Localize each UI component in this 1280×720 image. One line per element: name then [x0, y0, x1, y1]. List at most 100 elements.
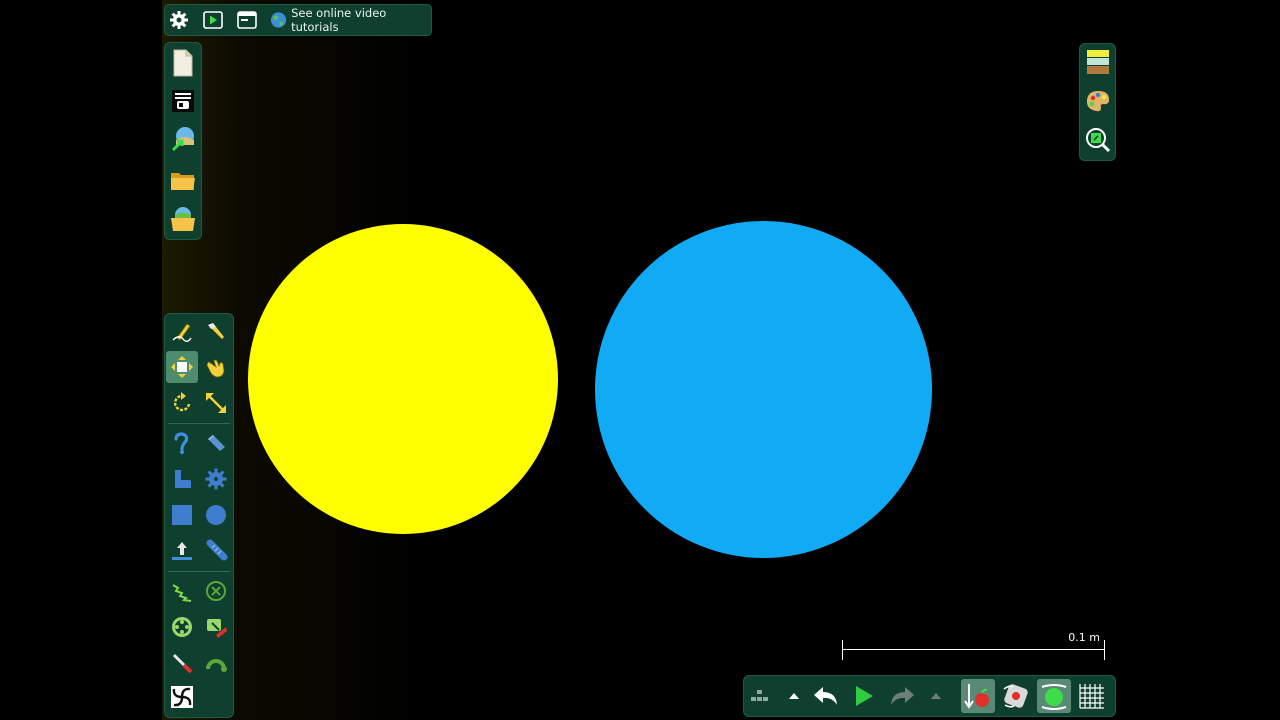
circle-icon	[206, 505, 226, 525]
sketch-icon	[172, 323, 192, 342]
background-button[interactable]	[1081, 45, 1114, 79]
rope-tool-button[interactable]	[166, 427, 198, 459]
grid-icon	[1079, 684, 1104, 709]
window-icon	[237, 11, 257, 29]
letterbox-right	[1117, 0, 1280, 720]
zoom-to-fit-button[interactable]	[1081, 123, 1114, 157]
tutorials-label: See online video tutorials	[291, 6, 387, 34]
rope-icon	[174, 432, 189, 454]
air-friction-icon	[1003, 684, 1028, 708]
gear-icon	[170, 11, 188, 29]
vortex-tool-button[interactable]	[166, 681, 198, 713]
collision-icon	[1041, 684, 1067, 710]
spring-tool-button[interactable]	[166, 575, 198, 607]
chain-tool-button[interactable]	[200, 535, 232, 567]
scale-icon	[206, 393, 226, 413]
laser-tool-button[interactable]	[166, 647, 198, 679]
blue-circle[interactable]	[595, 221, 932, 558]
scene-menu-button[interactable]	[166, 84, 200, 118]
new-scene-button[interactable]	[166, 46, 200, 80]
tools-panel	[164, 313, 234, 718]
globe-icon	[270, 12, 287, 28]
nudge-button[interactable]	[743, 679, 777, 713]
sketch-tool-button[interactable]	[166, 315, 198, 347]
save-scene-icon	[171, 127, 194, 152]
grid-toggle[interactable]	[1075, 679, 1109, 713]
plane-tool-button[interactable]	[200, 427, 232, 459]
play-window-icon	[203, 11, 223, 29]
fixate-tool-button[interactable]	[200, 575, 232, 607]
play-icon	[856, 686, 873, 706]
gravity-icon	[964, 684, 989, 709]
axle-icon	[172, 617, 192, 637]
new-document-icon	[173, 49, 193, 77]
play-button[interactable]	[847, 679, 881, 713]
gravity-toggle[interactable]	[961, 679, 995, 713]
letterbox-left	[0, 0, 162, 720]
tools-divider	[168, 423, 230, 424]
scale-tool-button[interactable]	[200, 387, 232, 419]
axle-tool-button[interactable]	[166, 611, 198, 643]
undo-history-button[interactable]	[781, 679, 807, 713]
knife-icon	[208, 323, 224, 339]
color-palette-button[interactable]	[1081, 84, 1114, 118]
vortex-icon	[171, 686, 193, 708]
polygon-icon	[175, 470, 191, 488]
play-window-button[interactable]	[200, 8, 226, 32]
yellow-circle[interactable]	[248, 224, 558, 534]
open-scene-button[interactable]	[166, 202, 200, 236]
open-folder-button[interactable]	[166, 164, 200, 198]
palette-icon	[1086, 91, 1109, 112]
move-tool-button[interactable]	[166, 351, 198, 383]
knife-tool-button[interactable]	[200, 315, 232, 347]
save-scene-button[interactable]	[166, 122, 200, 156]
gear-shape-icon	[205, 468, 227, 490]
open-folder-icon	[171, 173, 195, 190]
tools-divider	[168, 571, 230, 572]
open-scene-icon	[171, 207, 195, 231]
box-tool-button[interactable]	[166, 499, 198, 531]
redo-history-button[interactable]	[923, 679, 949, 713]
fixate-icon	[206, 581, 226, 601]
move-icon	[171, 356, 193, 378]
spring-icon	[172, 584, 192, 602]
undo-button[interactable]	[809, 679, 843, 713]
undo-icon	[814, 687, 837, 705]
polygon-tool-button[interactable]	[166, 463, 198, 495]
chain-icon	[206, 539, 228, 561]
redo-icon	[891, 687, 914, 705]
box-icon	[172, 505, 192, 525]
window-button[interactable]	[234, 8, 260, 32]
undo-arrow-icon	[789, 693, 799, 699]
settings-button[interactable]	[166, 8, 192, 32]
appearance-panel	[1079, 43, 1116, 161]
redo-button[interactable]	[885, 679, 919, 713]
nudge-icon	[751, 690, 768, 701]
tracer-tool-button[interactable]	[200, 611, 232, 643]
rotate-icon	[173, 392, 191, 412]
thruster-icon	[172, 542, 192, 560]
background-icon	[1086, 50, 1109, 74]
scale-bar	[842, 649, 1105, 650]
redo-arrow-icon	[931, 693, 941, 699]
drag-tool-button[interactable]	[200, 351, 232, 383]
hinge-icon	[206, 659, 227, 672]
gear-tool-button[interactable]	[200, 463, 232, 495]
laser-icon	[172, 653, 193, 674]
plane-icon	[208, 435, 225, 451]
scale-label: 0.1 m	[1068, 631, 1100, 644]
top-toolbar: See online video tutorials	[164, 4, 432, 36]
drag-hand-icon	[206, 359, 225, 378]
circle-tool-button[interactable]	[200, 499, 232, 531]
file-panel	[164, 42, 202, 240]
tutorials-link[interactable]: See online video tutorials	[270, 6, 430, 34]
air-friction-toggle[interactable]	[999, 679, 1033, 713]
scale-tick-right	[1104, 640, 1105, 660]
hinge-tool-button[interactable]	[200, 647, 232, 679]
scene-menu-icon	[172, 90, 194, 112]
zoom-to-fit-icon	[1085, 128, 1110, 153]
collision-toggle[interactable]	[1037, 679, 1071, 713]
scale-tick-left	[842, 640, 843, 660]
thruster-tool-button[interactable]	[166, 535, 198, 567]
rotate-tool-button[interactable]	[166, 387, 198, 419]
